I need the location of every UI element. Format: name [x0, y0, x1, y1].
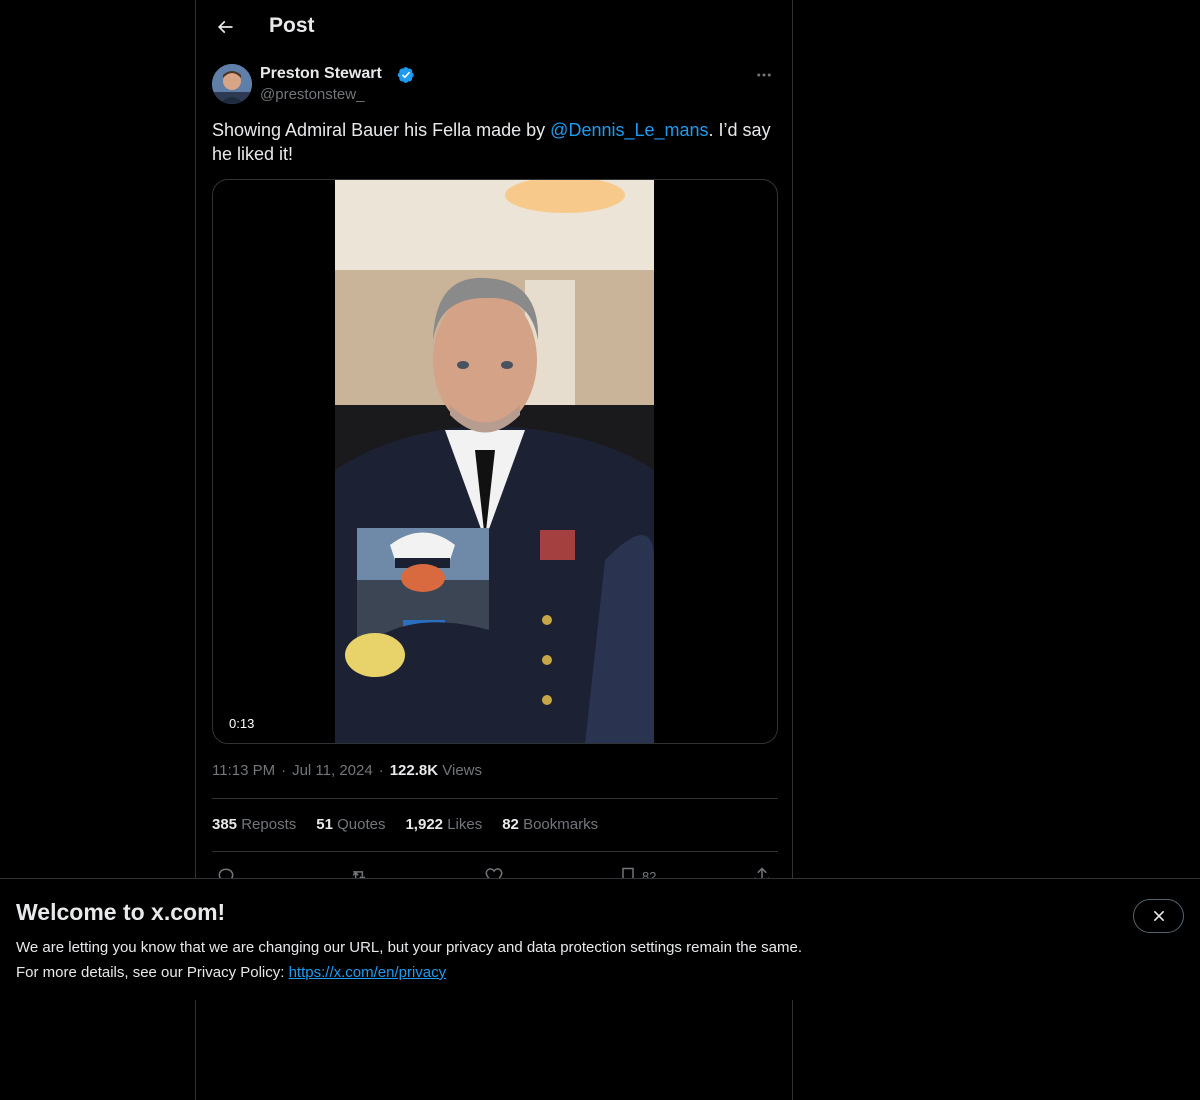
more-horizontal-icon [757, 73, 771, 77]
author-handle[interactable]: @prestonstew_ [260, 86, 364, 103]
bookmarks-stat[interactable]: 82 Bookmarks [502, 816, 598, 833]
banner-line: We are letting you know that we are chan… [16, 939, 802, 956]
welcome-banner: Welcome to x.com! We are letting you kno… [0, 878, 1200, 1000]
video-frame [335, 180, 654, 743]
mention-link[interactable]: @Dennis_Le_mans [550, 120, 708, 140]
post-media: 0:13 [212, 179, 778, 744]
separator-dot: · [281, 762, 287, 779]
post-meta: 11:13 PM · Jul 11, 2024 · 122.8K Views [212, 762, 482, 779]
banner-text: We are letting you know that we are chan… [16, 935, 802, 985]
top-bar: Post [196, 0, 792, 54]
post-text-part: Showing Admiral Bauer his Fella made by [212, 120, 551, 140]
reposts-label: Reposts [241, 816, 297, 833]
reposts-stat[interactable]: 385 Reposts [212, 816, 296, 833]
reposts-count: 385 [212, 816, 238, 833]
post-author: Preston Stewart @prestonstew_ [212, 64, 778, 108]
video-player[interactable] [335, 180, 654, 743]
video-duration: 0:13 [221, 714, 263, 733]
separator-dot: · [378, 762, 384, 779]
back-button[interactable] [208, 10, 242, 44]
quotes-stat[interactable]: 51 Quotes [316, 816, 385, 833]
verified-badge-icon [397, 67, 414, 83]
close-banner-button[interactable] [1133, 899, 1184, 933]
views-label: Views [442, 762, 483, 779]
arrow-left-icon [217, 20, 233, 34]
divider [212, 851, 778, 852]
divider [212, 798, 778, 799]
banner-line: For more details, see our Privacy Policy… [16, 960, 802, 985]
views-count: 122.8K [389, 762, 439, 779]
close-icon [1153, 910, 1164, 922]
more-button[interactable] [750, 64, 778, 86]
likes-stat[interactable]: 1,922 Likes [405, 816, 482, 833]
privacy-policy-link[interactable]: https://x.com/en/privacy [289, 964, 447, 981]
bookmarks-label: Bookmarks [523, 816, 599, 833]
post-time[interactable]: 11:13 PM [212, 762, 275, 779]
bookmarks-count: 82 [502, 816, 519, 833]
post-date[interactable]: Jul 11, 2024 [292, 762, 373, 779]
page-title: Post [269, 14, 315, 37]
post-stats: 385 Reposts 51 Quotes 1,922 Likes 82 Boo… [212, 816, 598, 833]
likes-label: Likes [447, 816, 483, 833]
post-text: Showing Admiral Bauer his Fella made by … [212, 118, 772, 166]
avatar[interactable] [212, 64, 252, 104]
banner-title: Welcome to x.com! [16, 899, 226, 925]
author-display-name[interactable]: Preston Stewart [260, 65, 382, 83]
quotes-count: 51 [316, 816, 333, 833]
quotes-label: Quotes [337, 816, 386, 833]
likes-count: 1,922 [405, 816, 444, 833]
banner-line-prefix: For more details, see our Privacy Policy… [16, 964, 289, 981]
